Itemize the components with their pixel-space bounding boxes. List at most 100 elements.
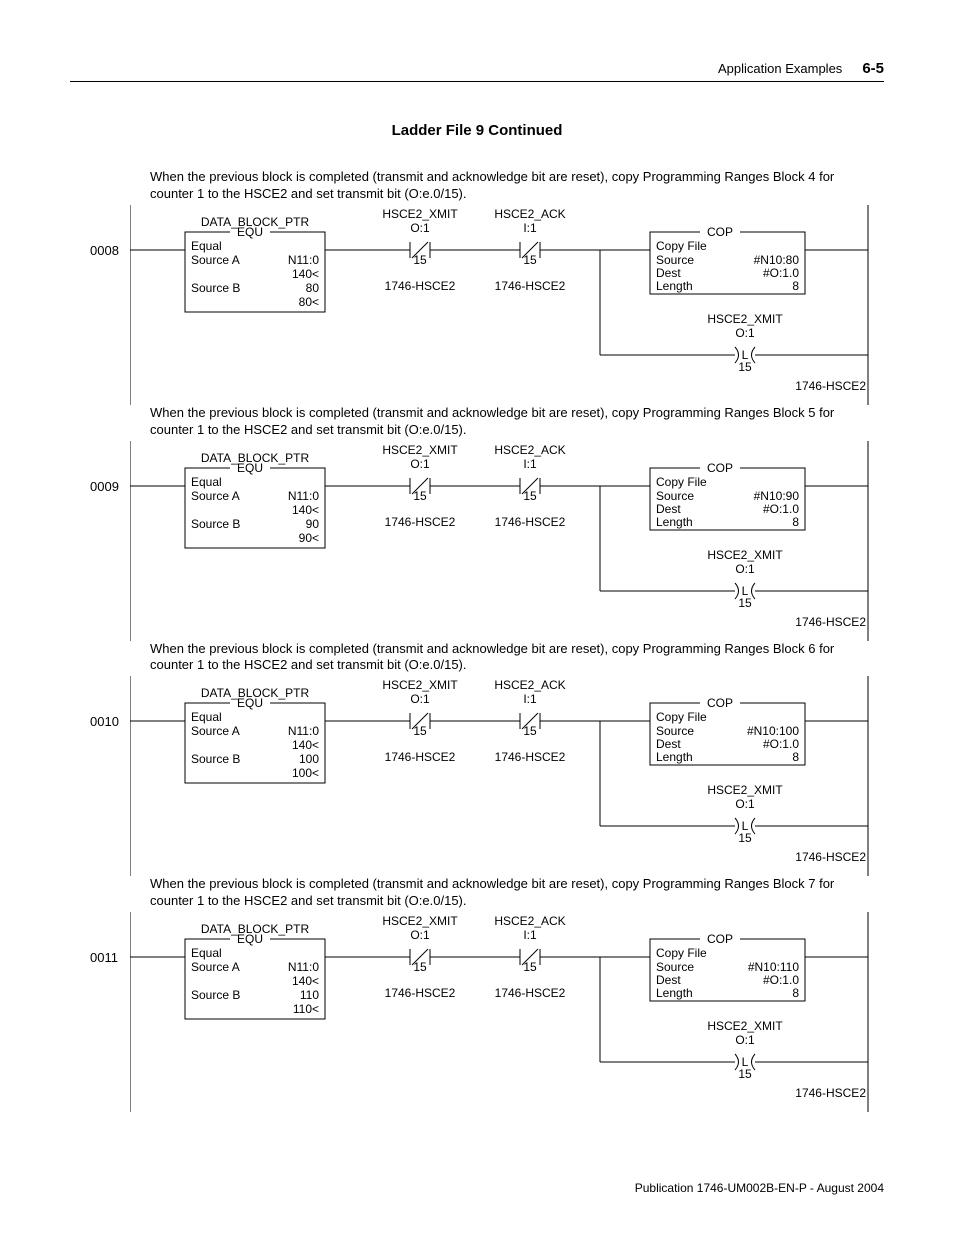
equ-srca-val2: 140< [292, 974, 319, 988]
xio2-bit: 15 [523, 253, 537, 267]
cop-line1: Copy File [656, 946, 707, 960]
cop-len-val: 8 [792, 279, 799, 293]
ladder-diagram: When the previous block is completed (tr… [90, 169, 884, 1112]
cop-dest-val: #O:1.0 [763, 502, 799, 516]
xio1-addr: O:1 [410, 928, 430, 942]
otl-addr: O:1 [735, 797, 755, 811]
cop-len-val: 8 [792, 515, 799, 529]
equ-tag: EQU [237, 696, 263, 710]
xio2-name: HSCE2_ACK [494, 914, 565, 928]
xio1-name: HSCE2_XMIT [382, 207, 458, 221]
otl-bit: 15 [738, 1067, 752, 1081]
xio1-bit: 15 [413, 960, 427, 974]
xio2-mod: 1746-HSCE2 [495, 986, 566, 1000]
cop-src-label: Source [656, 253, 694, 267]
equ-srca-val: N11:0 [288, 489, 319, 503]
rung-graphic: DATA_BLOCK_PTREQUEqualSource AN11:0140<S… [130, 205, 870, 405]
equ-srcb-label: Source B [191, 752, 240, 766]
cop-src-val: #N10:80 [754, 253, 800, 267]
rung-number: 0010 [90, 676, 130, 729]
cop-src-label: Source [656, 489, 694, 503]
equ-tag: EQU [237, 225, 263, 239]
equ-line1: Equal [191, 475, 222, 489]
cop-line1: Copy File [656, 239, 707, 253]
equ-line1: Equal [191, 710, 222, 724]
cop-line1: Copy File [656, 475, 707, 489]
equ-srcb-val2: 110< [293, 1002, 319, 1016]
otl-addr: O:1 [735, 1033, 755, 1047]
rung-body: 0009DATA_BLOCK_PTREQUEqualSource AN11:01… [90, 441, 884, 641]
cop-src-label: Source [656, 960, 694, 974]
xio1-addr: O:1 [410, 692, 430, 706]
cop-tag: COP [707, 696, 733, 710]
cop-src-val: #N10:100 [747, 724, 799, 738]
xio1-bit: 15 [413, 724, 427, 738]
xio2-mod: 1746-HSCE2 [495, 515, 566, 529]
otl-mod: 1746-HSCE2 [795, 850, 866, 864]
equ-srca-label: Source A [191, 253, 240, 267]
rung-graphic: DATA_BLOCK_PTREQUEqualSource AN11:0140<S… [130, 912, 870, 1112]
xio2-addr: I:1 [523, 692, 537, 706]
cop-len-label: Length [656, 750, 693, 764]
equ-srca-label: Source A [191, 724, 240, 738]
cop-src-val: #N10:90 [754, 489, 800, 503]
otl-addr: O:1 [735, 326, 755, 340]
otl-name: HSCE2_XMIT [707, 1019, 783, 1033]
xio1-mod: 1746-HSCE2 [385, 750, 456, 764]
equ-tag: EQU [237, 461, 263, 475]
rung: When the previous block is completed (tr… [90, 169, 884, 405]
xio1-name: HSCE2_XMIT [382, 443, 458, 457]
otl-name: HSCE2_XMIT [707, 783, 783, 797]
equ-tag: EQU [237, 932, 263, 946]
cop-len-val: 8 [792, 750, 799, 764]
equ-srcb-label: Source B [191, 988, 240, 1002]
otl-name: HSCE2_XMIT [707, 312, 783, 326]
rung-comment: When the previous block is completed (tr… [150, 169, 850, 203]
cop-src-label: Source [656, 724, 694, 738]
cop-len-label: Length [656, 279, 693, 293]
rung-graphic: DATA_BLOCK_PTREQUEqualSource AN11:0140<S… [130, 676, 870, 876]
xio1-addr: O:1 [410, 221, 430, 235]
otl-mod: 1746-HSCE2 [795, 1086, 866, 1100]
equ-srcb-val: 90 [306, 517, 320, 531]
cop-len-label: Length [656, 986, 693, 1000]
otl-bit: 15 [738, 596, 752, 610]
cop-dest-label: Dest [656, 266, 681, 280]
header-title: Application Examples [718, 61, 842, 76]
equ-srca-val2: 140< [292, 503, 319, 517]
xio1-bit: 15 [413, 253, 427, 267]
cop-tag: COP [707, 932, 733, 946]
equ-srcb-label: Source B [191, 517, 240, 531]
xio2-bit: 15 [523, 489, 537, 503]
otl-addr: O:1 [735, 562, 755, 576]
xio1-name: HSCE2_XMIT [382, 914, 458, 928]
cop-line1: Copy File [656, 710, 707, 724]
cop-len-val: 8 [792, 986, 799, 1000]
xio2-name: HSCE2_ACK [494, 207, 565, 221]
cop-src-val: #N10:110 [748, 960, 799, 974]
equ-srca-val: N11:0 [288, 253, 319, 267]
cop-dest-label: Dest [656, 973, 681, 987]
xio2-name: HSCE2_ACK [494, 678, 565, 692]
section-title: Ladder File 9 Continued [70, 122, 884, 139]
xio1-addr: O:1 [410, 457, 430, 471]
rung: When the previous block is completed (tr… [90, 641, 884, 877]
xio1-mod: 1746-HSCE2 [385, 986, 456, 1000]
xio2-mod: 1746-HSCE2 [495, 279, 566, 293]
page-header: Application Examples 6-5 [70, 60, 884, 82]
rung-body: 0008DATA_BLOCK_PTREQUEqualSource AN11:01… [90, 205, 884, 405]
cop-dest-val: #O:1.0 [763, 737, 799, 751]
equ-srcb-label: Source B [191, 281, 240, 295]
rung: When the previous block is completed (tr… [90, 876, 884, 1112]
otl-bit: 15 [738, 360, 752, 374]
otl-name: HSCE2_XMIT [707, 548, 783, 562]
equ-srcb-val: 80 [306, 281, 320, 295]
equ-line1: Equal [191, 239, 222, 253]
cop-dest-val: #O:1.0 [763, 266, 799, 280]
equ-srca-val2: 140< [292, 738, 319, 752]
equ-srca-val: N11:0 [288, 724, 319, 738]
otl-bit: 15 [738, 831, 752, 845]
xio2-name: HSCE2_ACK [494, 443, 565, 457]
xio2-addr: I:1 [523, 221, 537, 235]
page: Application Examples 6-5 Ladder File 9 C… [0, 0, 954, 1235]
